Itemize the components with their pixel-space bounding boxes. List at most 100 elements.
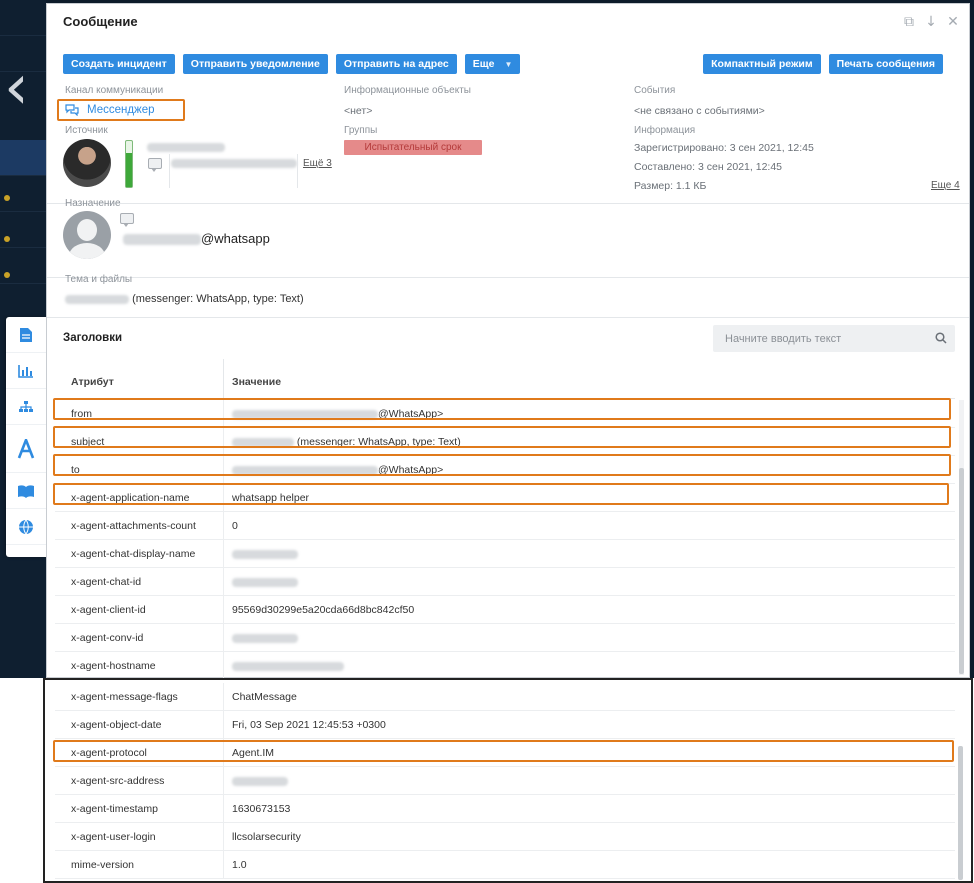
value-cell-redacted: [232, 548, 298, 560]
attribute-cell: mime-version: [71, 859, 135, 871]
value-cell: llcsolarsecurity: [232, 831, 301, 843]
table-row[interactable]: x-agent-hostname: [55, 652, 955, 680]
compact-mode-button[interactable]: Компактный режим: [703, 54, 821, 74]
value-cell: ChatMessage: [232, 691, 297, 703]
chat-icon: [148, 158, 162, 172]
tab-globe[interactable]: [6, 509, 46, 545]
globe-icon: [19, 519, 33, 534]
highlight-subject-row: [53, 426, 951, 448]
source-address-redacted: [171, 157, 297, 169]
dialog-title: Сообщение: [63, 14, 138, 29]
table-row[interactable]: x-agent-attachments-count 0: [55, 512, 955, 540]
value-cell: 95569d30299e5a20cda66d8bc842cf50: [232, 604, 415, 616]
document-icon: [20, 327, 32, 342]
attribute-cell: x-agent-object-date: [71, 719, 162, 731]
subject-value: (messenger: WhatsApp, type: Text): [65, 293, 304, 305]
value-cell-redacted: [232, 576, 298, 588]
information-label: Информация: [634, 125, 696, 136]
attribute-cell: x-agent-attachments-count: [71, 520, 196, 532]
chevron-down-icon: ▼: [504, 59, 513, 69]
side-tab-bar: [6, 317, 46, 557]
search-placeholder: Начните вводить текст: [725, 332, 842, 345]
events-value: <не связано с событиями>: [634, 105, 765, 117]
chart-icon: [18, 364, 33, 378]
tab-hierarchy[interactable]: [6, 389, 46, 425]
attribute-cell: x-agent-conv-id: [71, 632, 144, 644]
send-to-address-button[interactable]: Отправить на адрес: [335, 54, 457, 74]
size-value: Размер: 1.1 КБ: [634, 180, 707, 192]
headers-search-input[interactable]: Начните вводить текст: [713, 325, 955, 352]
more-dropdown-button[interactable]: Еще ▼: [464, 54, 521, 74]
table-row[interactable]: x-agent-client-id 95569d30299e5a20cda66d8…: [55, 596, 955, 624]
message-dialog: Сообщение ⧉ ↓ ✕ Создать инцидент Отправи…: [46, 3, 970, 680]
events-label: События: [634, 85, 676, 96]
right-toolbar: Компактный режим Печать сообщения: [703, 54, 943, 74]
source-name-redacted: [147, 141, 225, 153]
value-cell: 1.0: [232, 859, 247, 871]
highlight-app-name-row: [53, 483, 949, 505]
chat-icon: [120, 213, 134, 227]
attribute-cell: x-agent-chat-display-name: [71, 548, 196, 560]
attribute-cell: x-agent-timestamp: [71, 803, 158, 815]
source-avatar: [63, 139, 111, 187]
table-row[interactable]: x-agent-object-date Fri, 03 Sep 2021 12:4…: [55, 711, 955, 739]
tab-book[interactable]: [6, 473, 46, 509]
value-cell: 1630673153: [232, 803, 291, 815]
tab-font[interactable]: [6, 425, 46, 473]
groups-label: Группы: [344, 125, 378, 136]
pin-window-icon[interactable]: ⧉: [901, 14, 917, 30]
value-cell-redacted: [232, 775, 288, 787]
close-icon[interactable]: ✕: [945, 14, 961, 30]
destination-avatar: [63, 211, 111, 259]
channel-value[interactable]: Мессенджер: [57, 99, 185, 121]
back-chevron-icon[interactable]: ‹: [4, 52, 44, 122]
table-scrollbar[interactable]: [959, 400, 964, 675]
objects-value: <нет>: [344, 105, 373, 117]
attribute-cell: x-agent-chat-id: [71, 576, 142, 588]
print-message-button[interactable]: Печать сообщения: [828, 54, 943, 74]
highlight-protocol-row: [53, 740, 954, 762]
destination-value: @whatsapp: [123, 231, 270, 246]
table-row[interactable]: x-agent-timestamp 1630673153: [55, 795, 955, 823]
tab-document[interactable]: [6, 317, 46, 353]
arrow-down-icon[interactable]: ↓: [923, 14, 939, 30]
font-a-icon: [17, 438, 35, 458]
attribute-cell: x-agent-client-id: [71, 604, 146, 616]
table-row[interactable]: x-agent-message-flags ChatMessage: [55, 683, 955, 711]
table-row[interactable]: x-agent-chat-id: [55, 568, 955, 596]
source-label: Источник: [65, 125, 108, 136]
table-row[interactable]: x-agent-conv-id: [55, 624, 955, 652]
attribute-cell: x-agent-hostname: [71, 660, 156, 672]
column-value[interactable]: Значение: [232, 376, 281, 388]
tab-chart[interactable]: [6, 353, 46, 389]
table-row[interactable]: x-agent-user-login llcsolarsecurity: [55, 823, 955, 851]
more-label: Еще: [472, 58, 495, 70]
create-incident-button[interactable]: Создать инцидент: [63, 54, 175, 74]
hierarchy-icon: [19, 400, 33, 412]
source-more-link[interactable]: Ещё 3: [303, 158, 332, 169]
table-row[interactable]: x-agent-chat-display-name: [55, 540, 955, 568]
destination-suffix: @whatsapp: [201, 231, 270, 246]
column-attribute[interactable]: Атрибут: [71, 376, 114, 388]
channel-text: Мессенджер: [87, 104, 155, 116]
value-cell-redacted: [232, 660, 344, 672]
headers-table-head: Атрибут Значение: [55, 359, 955, 399]
headers-title: Заголовки: [63, 332, 123, 344]
attribute-cell: x-agent-message-flags: [71, 691, 178, 703]
table-row[interactable]: mime-version 1.0: [55, 851, 955, 879]
headers-table-body-continued: x-agent-message-flags ChatMessage x-agent…: [55, 683, 955, 879]
info-more-link[interactable]: Еще 4: [931, 180, 960, 191]
action-toolbar: Создать инцидент Отправить уведомление О…: [63, 54, 521, 74]
destination-label: Назначение: [65, 198, 121, 209]
value-cell-redacted: [232, 632, 298, 644]
subject-suffix: (messenger: WhatsApp, type: Text): [132, 293, 304, 305]
table-scrollbar-thumb[interactable]: [958, 746, 963, 880]
group-tag[interactable]: Испытательный срок: [344, 140, 482, 155]
send-notification-button[interactable]: Отправить уведомление: [182, 54, 328, 74]
source-level-fill: [126, 152, 132, 187]
value-cell: Fri, 03 Sep 2021 12:45:53 +0300: [232, 719, 386, 731]
title-actions: ⧉ ↓ ✕: [901, 14, 961, 30]
search-icon[interactable]: [935, 332, 947, 344]
highlight-from-row: [53, 398, 951, 420]
table-row[interactable]: x-agent-src-address: [55, 767, 955, 795]
